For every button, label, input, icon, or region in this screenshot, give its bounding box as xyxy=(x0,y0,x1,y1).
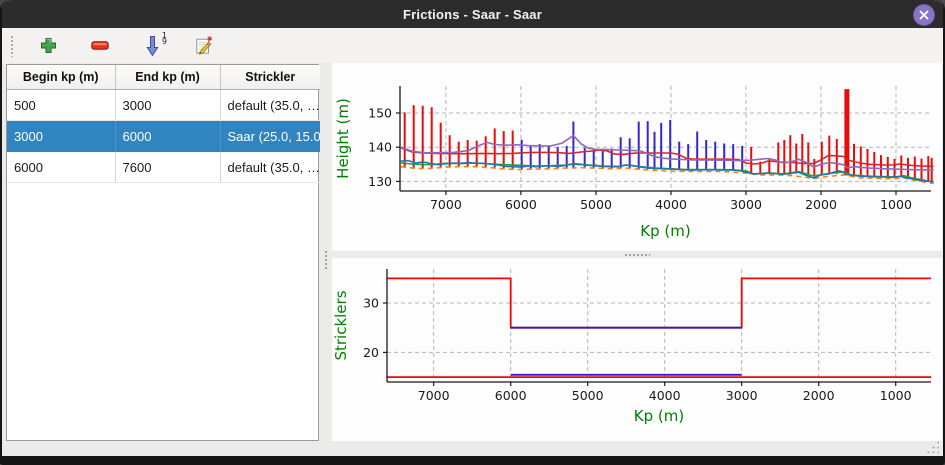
edit-friction-button[interactable]: ✱ xyxy=(189,32,219,60)
toolbar: 1 9 ✱ xyxy=(2,28,943,64)
window-frame: Frictions - Saar - Saar xyxy=(2,0,943,456)
cell-end-kp[interactable]: 7600 xyxy=(115,152,220,183)
height-profile-chart-panel: 7000 6000 5000 4000 3000 2000 1000 130 140 150 Kp … xyxy=(332,63,942,251)
splitter-grip-icon xyxy=(324,250,327,270)
svg-text:✱: ✱ xyxy=(207,35,213,43)
height-profile-chart[interactable]: 7000 6000 5000 4000 3000 2000 1000 130 140 150 Kp … xyxy=(332,63,942,251)
svg-text:3000: 3000 xyxy=(730,197,762,212)
svg-text:7000: 7000 xyxy=(430,197,462,212)
close-icon xyxy=(919,10,929,20)
svg-text:3000: 3000 xyxy=(726,388,758,403)
add-row-button[interactable] xyxy=(33,32,63,60)
titlebar[interactable]: Frictions - Saar - Saar xyxy=(2,0,943,28)
cell-strickler[interactable]: default (35.0, … xyxy=(220,90,320,121)
svg-text:Height (m): Height (m) xyxy=(334,98,352,179)
column-header-strickler[interactable]: Strickler xyxy=(220,65,320,90)
svg-text:Stricklers: Stricklers xyxy=(332,290,350,360)
svg-text:150: 150 xyxy=(368,106,392,121)
svg-text:7000: 7000 xyxy=(418,388,450,403)
frictions-table: Begin kp (m) End kp (m) Strickler 500 30… xyxy=(7,65,320,183)
column-header-end-kp[interactable]: End kp (m) xyxy=(115,65,220,90)
toolbar-drag-handle[interactable] xyxy=(10,35,14,57)
svg-text:2000: 2000 xyxy=(805,197,837,212)
svg-text:6000: 6000 xyxy=(505,197,537,212)
svg-text:5000: 5000 xyxy=(580,197,612,212)
svg-text:6000: 6000 xyxy=(495,388,527,403)
window-title: Frictions - Saar - Saar xyxy=(403,7,542,22)
cell-strickler[interactable]: default (35.0, … xyxy=(220,152,320,183)
table-row[interactable]: 500 3000 default (35.0, … xyxy=(7,90,320,121)
cell-begin-kp[interactable]: 3000 xyxy=(7,121,115,152)
table-row[interactable]: 3000 6000 Saar (25.0, 15.0) xyxy=(7,121,320,152)
table-row[interactable]: 6000 7600 default (35.0, … xyxy=(7,152,320,183)
horizontal-splitter[interactable] xyxy=(332,251,942,258)
plus-icon xyxy=(40,37,57,54)
edit-icon: ✱ xyxy=(195,35,213,56)
svg-text:4000: 4000 xyxy=(649,388,681,403)
frictions-table-panel: Begin kp (m) End kp (m) Strickler 500 30… xyxy=(6,64,319,441)
cell-end-kp[interactable]: 6000 xyxy=(115,121,220,152)
svg-text:Kp (m): Kp (m) xyxy=(634,407,684,425)
svg-text:20: 20 xyxy=(363,345,379,360)
frictions-window: Frictions - Saar - Saar xyxy=(0,0,945,465)
cell-begin-kp[interactable]: 6000 xyxy=(7,152,115,183)
svg-text:4000: 4000 xyxy=(655,197,687,212)
svg-text:Kp (m): Kp (m) xyxy=(640,222,690,240)
sort-rows-button[interactable]: 1 9 xyxy=(137,32,167,60)
stricklers-chart-panel: 7000 6000 5000 4000 3000 2000 1000 20 30 Kp (m) St… xyxy=(332,258,942,441)
svg-text:1000: 1000 xyxy=(880,197,912,212)
svg-text:5000: 5000 xyxy=(572,388,604,403)
column-header-begin-kp[interactable]: Begin kp (m) xyxy=(7,65,115,90)
cell-end-kp[interactable]: 3000 xyxy=(115,90,220,121)
table-header-row: Begin kp (m) End kp (m) Strickler xyxy=(7,65,320,90)
splitter-grip-icon xyxy=(624,253,650,256)
svg-text:1000: 1000 xyxy=(880,388,912,403)
cell-strickler[interactable]: Saar (25.0, 15.0) xyxy=(220,121,320,152)
svg-text:140: 140 xyxy=(368,140,392,155)
sort-digits: 1 9 xyxy=(162,33,167,46)
svg-text:130: 130 xyxy=(368,174,392,189)
cell-begin-kp[interactable]: 500 xyxy=(7,90,115,121)
stricklers-chart[interactable]: 7000 6000 5000 4000 3000 2000 1000 20 30 Kp (m) St… xyxy=(332,258,942,441)
svg-text:2000: 2000 xyxy=(803,388,835,403)
remove-row-button[interactable] xyxy=(85,32,115,60)
close-button[interactable] xyxy=(913,4,935,26)
sort-arrow-icon xyxy=(146,35,159,57)
vertical-splitter[interactable] xyxy=(319,63,332,456)
main-content: Begin kp (m) End kp (m) Strickler 500 30… xyxy=(2,63,943,456)
minus-icon xyxy=(91,41,109,50)
svg-text:30: 30 xyxy=(363,296,379,311)
resize-grip[interactable] xyxy=(926,440,939,453)
